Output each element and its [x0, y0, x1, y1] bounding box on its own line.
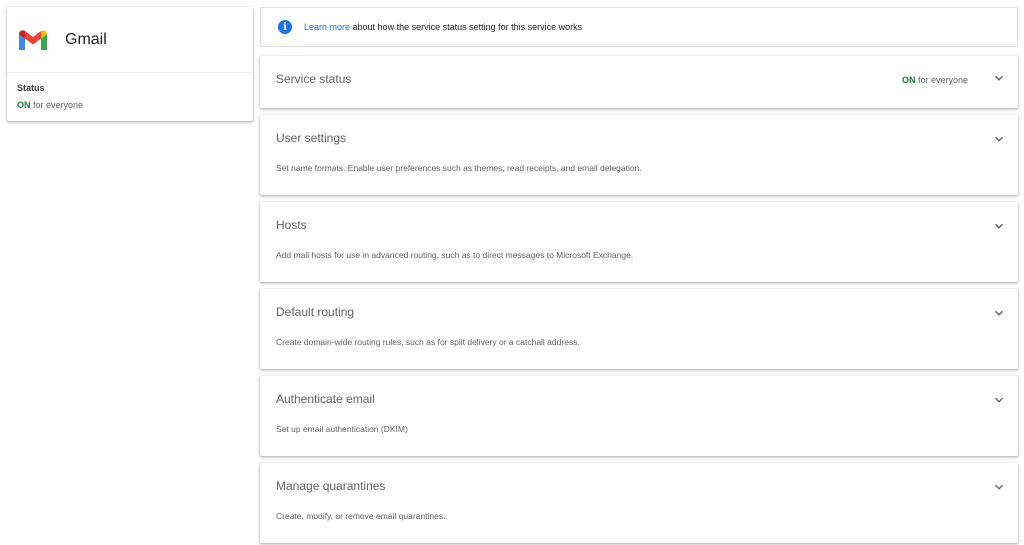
info-icon: i	[278, 20, 292, 34]
service-status-section[interactable]: Service status ON for everyone	[260, 56, 1018, 108]
chevron-down-icon[interactable]	[992, 71, 1006, 85]
learn-more-link[interactable]: Learn more	[304, 22, 350, 32]
service-status-value: ON for everyone	[902, 75, 968, 85]
status-scope-text: for everyone	[30, 100, 84, 110]
default-routing-section[interactable]: Default routing Create domain-wide routi…	[260, 289, 1018, 369]
section-title: Hosts	[276, 218, 307, 232]
info-banner: i Learn more about how the service statu…	[260, 7, 1018, 47]
status-label: Status	[17, 83, 45, 93]
gmail-logo-icon	[19, 29, 47, 50]
section-title: Manage quarantines	[276, 479, 386, 493]
info-text: Learn more about how the service status …	[304, 22, 582, 32]
status-value: ON for everyone	[17, 97, 243, 113]
status-on-text: ON	[17, 100, 31, 110]
user-settings-section[interactable]: User settings Set name formats. Enable u…	[260, 115, 1018, 195]
section-title: User settings	[276, 131, 347, 145]
hosts-section[interactable]: Hosts Add mail hosts for use in advanced…	[260, 202, 1018, 282]
chevron-down-icon[interactable]	[992, 306, 1006, 320]
section-description: Create, modify, or remove email quaranti…	[276, 511, 446, 521]
authenticate-email-section[interactable]: Authenticate email Set up email authenti…	[260, 376, 1018, 456]
section-title: Default routing	[276, 305, 355, 319]
service-status-title: Service status	[276, 72, 352, 86]
chevron-down-icon[interactable]	[992, 219, 1006, 233]
app-status: Status ON for everyone	[7, 73, 253, 113]
chevron-down-icon[interactable]	[992, 480, 1006, 494]
app-name: Gmail	[65, 30, 107, 48]
service-status-scope: for everyone	[915, 75, 968, 85]
section-description: Create domain-wide routing rules, such a…	[276, 337, 580, 347]
section-title: Authenticate email	[276, 392, 375, 406]
app-summary-card: Gmail Status ON for everyone	[7, 7, 253, 121]
app-header: Gmail	[7, 7, 253, 73]
service-status-on: ON	[901, 75, 916, 85]
section-description: Set up email authentication (DKIM)	[276, 424, 408, 434]
chevron-down-icon[interactable]	[992, 132, 1006, 146]
section-description: Set name formats. Enable user preference…	[276, 163, 642, 173]
page: Gmail Status ON for everyone i Learn mor…	[0, 0, 1024, 545]
section-description: Add mail hosts for use in advanced routi…	[276, 250, 634, 260]
manage-quarantines-section[interactable]: Manage quarantines Create, modify, or re…	[260, 463, 1018, 543]
chevron-down-icon[interactable]	[992, 393, 1006, 407]
info-description: about how the service status setting for…	[350, 22, 583, 32]
